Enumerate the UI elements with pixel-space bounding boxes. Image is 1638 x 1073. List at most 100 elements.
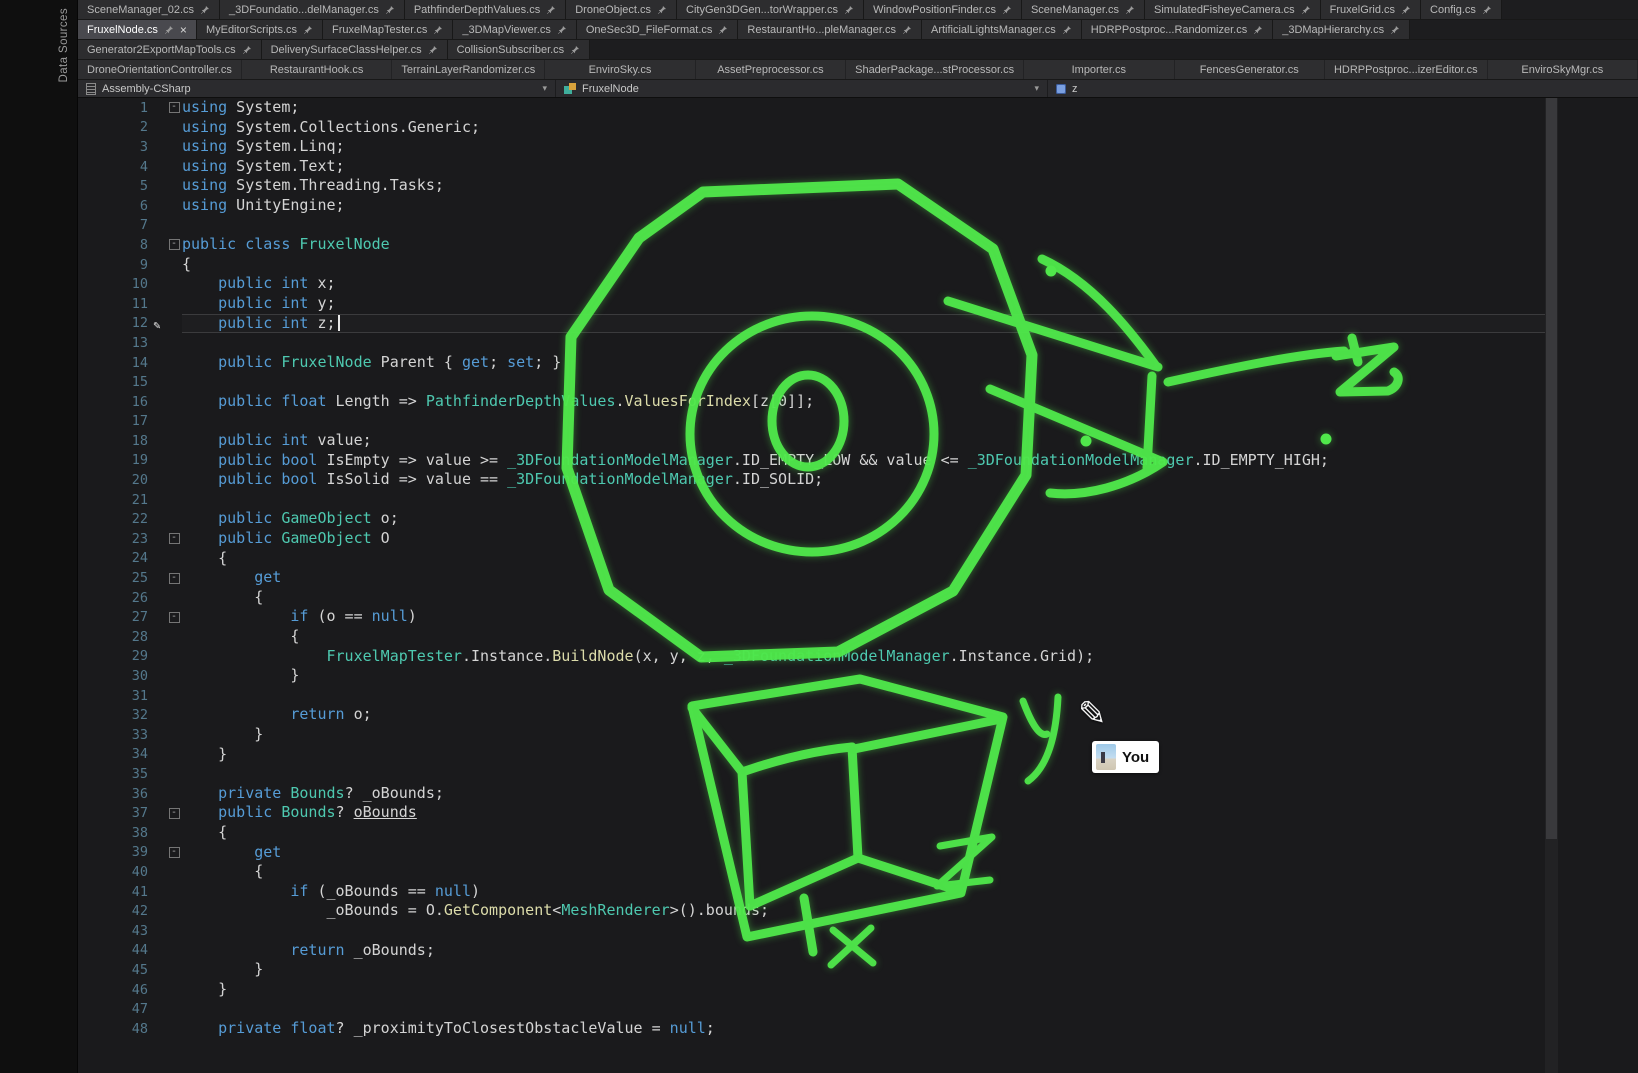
code-line[interactable]: 4 using System.Text;: [78, 157, 1638, 177]
type-dropdown[interactable]: FruxelNode ▾: [556, 80, 1048, 97]
scrollbar-thumb[interactable]: [1546, 98, 1557, 839]
fold-collapse-icon[interactable]: [169, 808, 180, 819]
pin-icon[interactable]: [546, 5, 556, 15]
file-tab[interactable]: _3DMapViewer.cs: [453, 20, 576, 39]
file-tab[interactable]: _3DMapHierarchy.cs: [1273, 20, 1410, 39]
file-tab[interactable]: ShaderPackage...stProcessor.cs: [846, 60, 1024, 79]
file-tab[interactable]: SceneManager.cs: [1022, 0, 1145, 19]
file-tab[interactable]: _3DFoundatio...delManager.cs: [220, 0, 405, 19]
pin-icon[interactable]: [1002, 5, 1012, 15]
pin-icon[interactable]: [844, 5, 854, 15]
code-editor[interactable]: 1 using System; 2 using System.Collectio…: [78, 98, 1638, 1073]
fold-collapse-icon[interactable]: [169, 102, 180, 113]
code-line[interactable]: 36 private Bounds? _oBounds;: [78, 784, 1638, 804]
code-line[interactable]: 38 {: [78, 823, 1638, 843]
file-tab[interactable]: DroneOrientationController.cs: [78, 60, 242, 79]
file-tab[interactable]: Generator2ExportMapTools.cs: [78, 40, 262, 59]
file-tab[interactable]: Importer.cs: [1024, 60, 1174, 79]
member-dropdown[interactable]: z: [1048, 80, 1638, 97]
pin-icon[interactable]: [1253, 25, 1263, 35]
code-line[interactable]: 46 }: [78, 980, 1638, 1000]
file-tab[interactable]: Config.cs: [1421, 0, 1502, 19]
code-line[interactable]: 37 public Bounds? oBounds: [78, 803, 1638, 823]
vertical-scrollbar[interactable]: [1545, 98, 1558, 1073]
file-tab[interactable]: FruxelNode.cs: [78, 20, 197, 39]
file-tab[interactable]: EnviroSky.cs: [545, 60, 695, 79]
pin-icon[interactable]: [433, 25, 443, 35]
code-line[interactable]: 12 public int z;: [78, 314, 1638, 334]
project-dropdown[interactable]: Assembly-CSharp ▾: [78, 80, 556, 97]
pin-icon[interactable]: [1482, 5, 1492, 15]
pin-icon[interactable]: [385, 5, 395, 15]
code-line[interactable]: 26 {: [78, 588, 1638, 608]
pin-icon[interactable]: [200, 5, 210, 15]
code-line[interactable]: 48 private float? _proximityToClosestObs…: [78, 1019, 1638, 1039]
fold-collapse-icon[interactable]: [169, 533, 180, 544]
fold-collapse-icon[interactable]: [169, 847, 180, 858]
file-tab[interactable]: SimulatedFisheyeCamera.cs: [1145, 0, 1321, 19]
file-tab[interactable]: FencesGenerator.cs: [1175, 60, 1325, 79]
code-line[interactable]: 25 get: [78, 568, 1638, 588]
file-tab[interactable]: DeliverySurfaceClassHelper.cs: [262, 40, 448, 59]
fold-collapse-icon[interactable]: [169, 239, 180, 250]
code-line[interactable]: 33 }: [78, 725, 1638, 745]
file-tab[interactable]: CollisionSubscriber.cs: [448, 40, 591, 59]
file-tab[interactable]: HDRPPostproc...Randomizer.cs: [1082, 20, 1274, 39]
pin-icon[interactable]: [164, 25, 174, 35]
code-line[interactable]: 22 public GameObject o;: [78, 509, 1638, 529]
pin-icon[interactable]: [303, 25, 313, 35]
code-line[interactable]: 41 if (_oBounds == null): [78, 882, 1638, 902]
code-line[interactable]: 18 public int value;: [78, 431, 1638, 451]
code-line[interactable]: 5 using System.Threading.Tasks;: [78, 176, 1638, 196]
fold-collapse-icon[interactable]: [169, 573, 180, 584]
file-tab[interactable]: WindowPositionFinder.cs: [864, 0, 1022, 19]
file-tab[interactable]: DroneObject.cs: [566, 0, 677, 19]
pin-icon[interactable]: [1062, 25, 1072, 35]
code-line[interactable]: 32 return o;: [78, 705, 1638, 725]
file-tab[interactable]: TerrainLayerRandomizer.cs: [392, 60, 545, 79]
file-tab[interactable]: MyEditorScripts.cs: [197, 20, 323, 39]
code-line[interactable]: 10 public int x;: [78, 274, 1638, 294]
code-line[interactable]: 1 using System;: [78, 98, 1638, 118]
file-tab[interactable]: HDRPPostproc...izerEditor.cs: [1325, 60, 1488, 79]
code-line[interactable]: 13: [78, 333, 1638, 353]
pin-icon[interactable]: [1125, 5, 1135, 15]
file-tab[interactable]: CityGen3DGen...torWrapper.cs: [677, 0, 864, 19]
code-line[interactable]: 7: [78, 216, 1638, 236]
code-line[interactable]: 28 {: [78, 627, 1638, 647]
code-line[interactable]: 2 using System.Collections.Generic;: [78, 118, 1638, 138]
code-line[interactable]: 17: [78, 412, 1638, 432]
code-line[interactable]: 23 public GameObject O: [78, 529, 1638, 549]
code-line[interactable]: 43: [78, 921, 1638, 941]
file-tab[interactable]: PathfinderDepthValues.cs: [405, 0, 566, 19]
pin-icon[interactable]: [557, 25, 567, 35]
code-line[interactable]: 9 {: [78, 255, 1638, 275]
pin-icon[interactable]: [657, 5, 667, 15]
pin-icon[interactable]: [1390, 25, 1400, 35]
code-line[interactable]: 19 public bool IsEmpty => value >= _3DFo…: [78, 451, 1638, 471]
code-line[interactable]: 42 _oBounds = O.GetComponent<MeshRendere…: [78, 901, 1638, 921]
data-sources-vertical-tab[interactable]: Data Sources: [58, 8, 70, 82]
pin-icon[interactable]: [242, 45, 252, 55]
pin-icon[interactable]: [428, 45, 438, 55]
file-tab[interactable]: ArtificialLightsManager.cs: [922, 20, 1082, 39]
pin-icon[interactable]: [570, 45, 580, 55]
code-line[interactable]: 3 using System.Linq;: [78, 137, 1638, 157]
code-line[interactable]: 47: [78, 999, 1638, 1019]
fold-collapse-icon[interactable]: [169, 612, 180, 623]
pin-icon[interactable]: [1301, 5, 1311, 15]
file-tab[interactable]: AssetPreprocessor.cs: [696, 60, 846, 79]
code-line[interactable]: 16 public float Length => PathfinderDept…: [78, 392, 1638, 412]
code-line[interactable]: 31: [78, 686, 1638, 706]
pin-icon[interactable]: [1401, 5, 1411, 15]
file-tab[interactable]: RestaurantHook.cs: [242, 60, 392, 79]
code-line[interactable]: 6 using UnityEngine;: [78, 196, 1638, 216]
file-tab[interactable]: FruxelGrid.cs: [1321, 0, 1421, 19]
code-line[interactable]: 20 public bool IsSolid => value == _3DFo…: [78, 470, 1638, 490]
code-line[interactable]: 44 return _oBounds;: [78, 941, 1638, 961]
code-line[interactable]: 24 {: [78, 549, 1638, 569]
code-line[interactable]: 45 }: [78, 960, 1638, 980]
code-line[interactable]: 34 }: [78, 745, 1638, 765]
code-line[interactable]: 21: [78, 490, 1638, 510]
code-line[interactable]: 40 {: [78, 862, 1638, 882]
